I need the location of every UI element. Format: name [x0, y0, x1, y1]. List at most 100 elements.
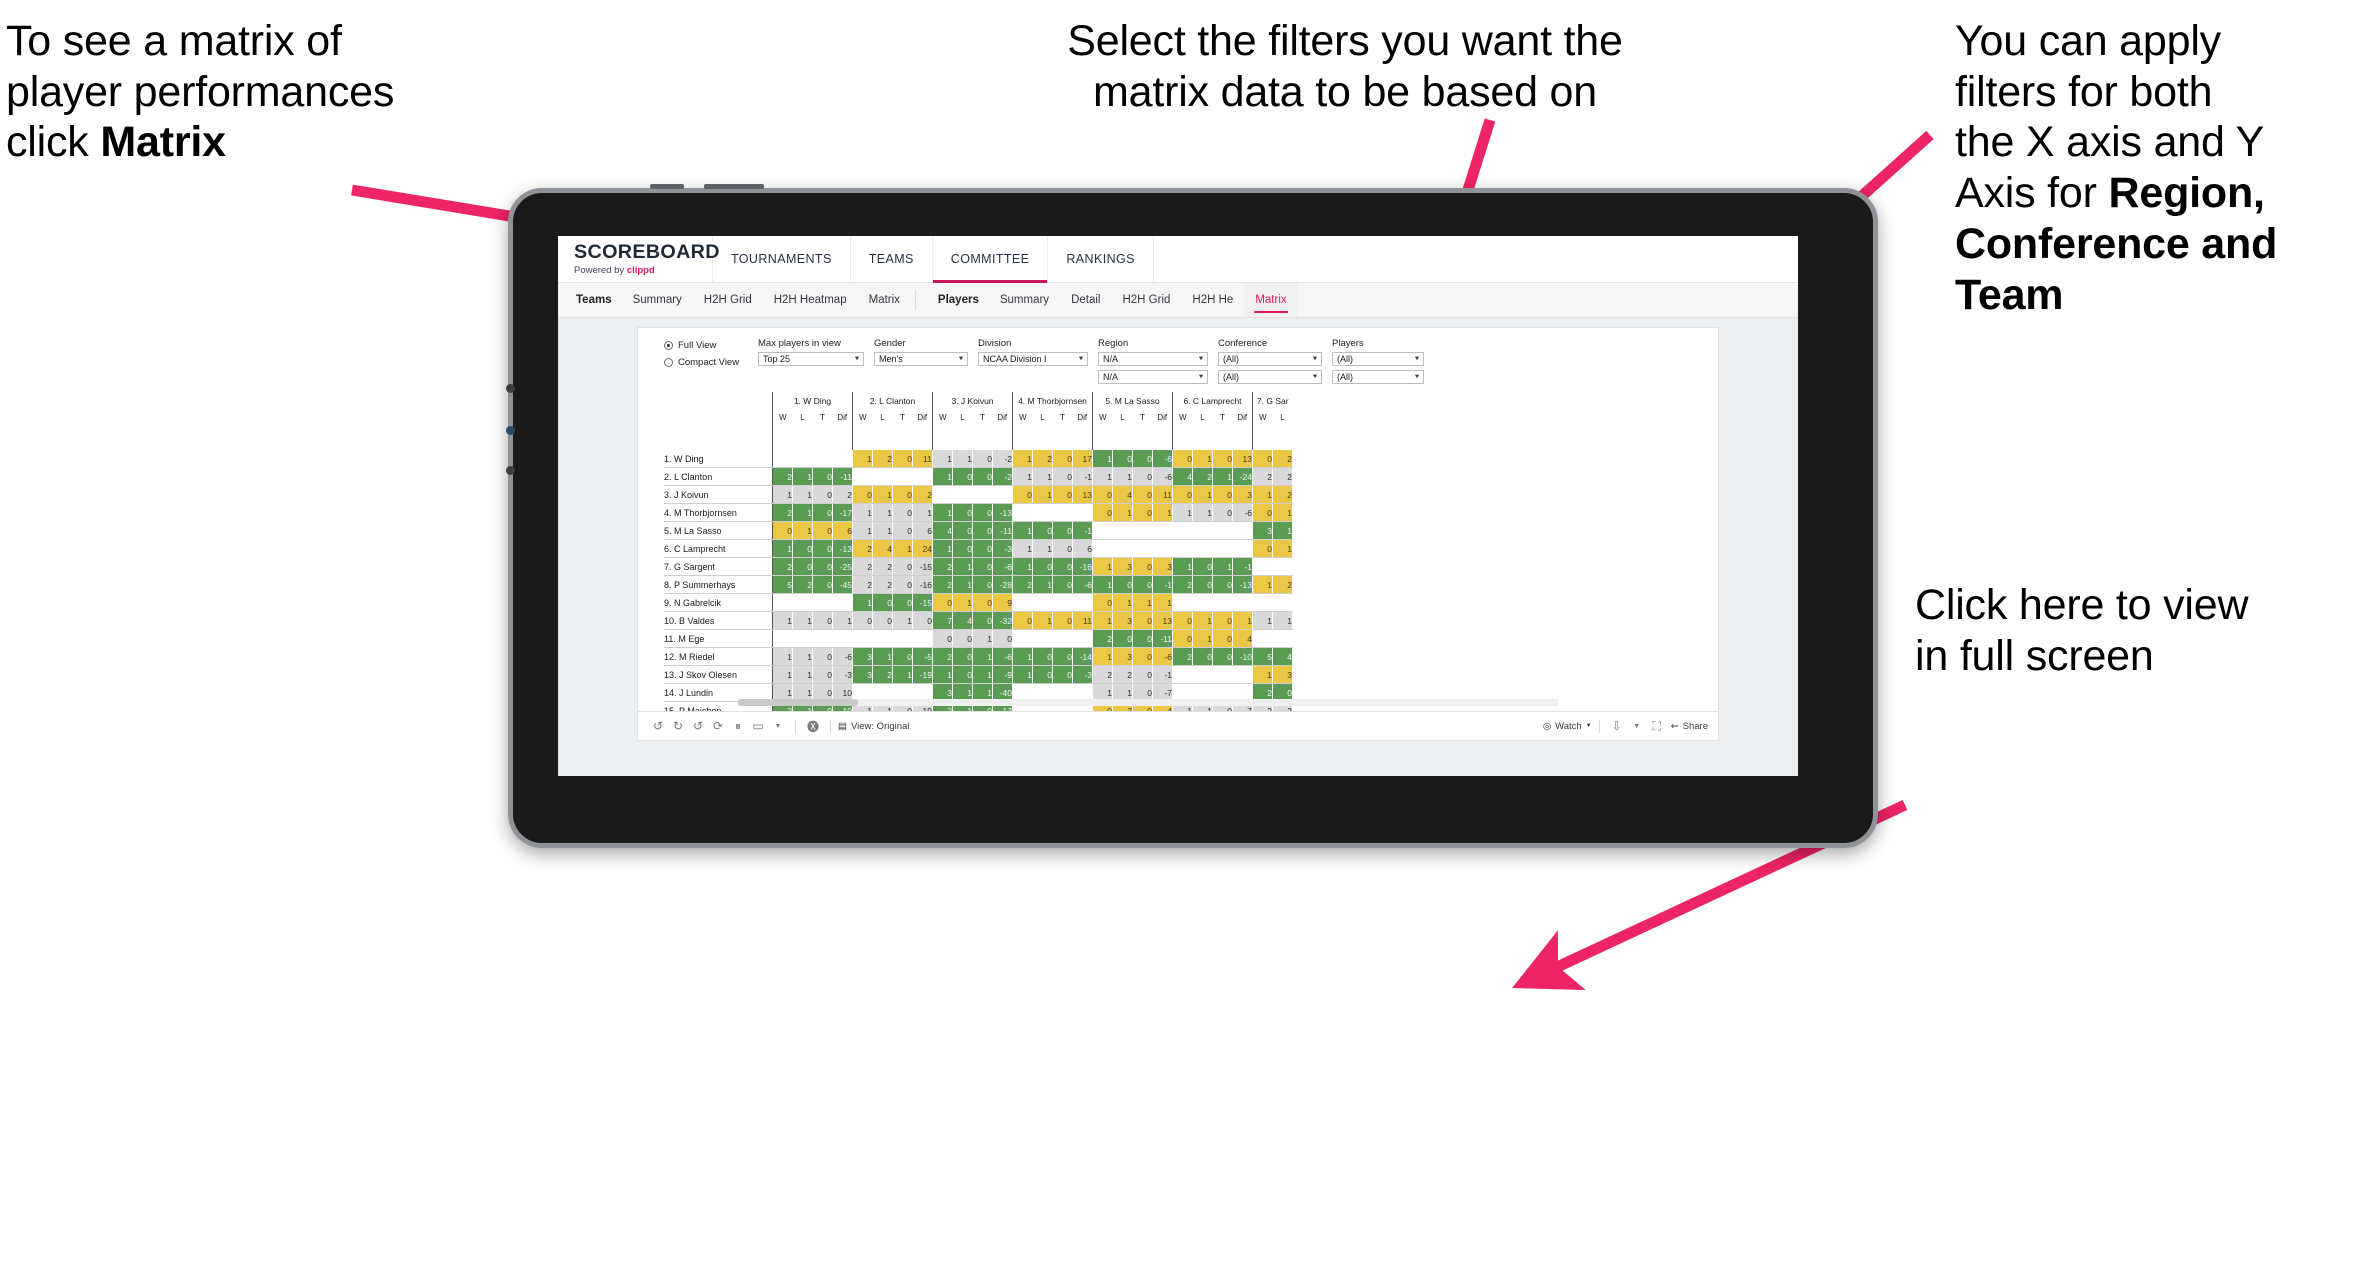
matrix-data-cell[interactable]: 0 — [892, 557, 913, 576]
matrix-stat-header[interactable]: W — [1092, 409, 1113, 426]
matrix-stat-header[interactable]: L — [953, 409, 973, 426]
matrix-stat-header[interactable]: T — [813, 409, 833, 426]
subnav-teams-summary[interactable]: Summary — [622, 283, 693, 317]
matrix-data-cell[interactable] — [1252, 557, 1273, 576]
matrix-data-cell[interactable]: 0 — [1132, 467, 1153, 486]
matrix-data-cell[interactable]: 1 — [772, 539, 793, 558]
matrix-data-cell[interactable]: -16 — [1072, 557, 1093, 576]
matrix-data-cell[interactable] — [792, 450, 813, 468]
matrix-stat-header[interactable]: W — [772, 409, 793, 426]
matrix-stat-header[interactable]: L — [1113, 409, 1133, 426]
matrix-data-cell[interactable]: -15 — [912, 593, 933, 612]
radio-compact-view[interactable]: Compact View — [664, 357, 758, 368]
matrix-data-cell[interactable] — [1172, 539, 1193, 558]
matrix-data-cell[interactable] — [932, 485, 953, 504]
matrix-data-cell[interactable]: 1 — [1032, 467, 1053, 486]
matrix-stat-header[interactable]: W — [1172, 409, 1193, 426]
matrix-data-cell[interactable]: -10 — [1232, 647, 1253, 666]
matrix-data-cell[interactable]: 0 — [812, 575, 833, 594]
matrix-data-cell[interactable]: 2 — [1172, 575, 1193, 594]
matrix-data-cell[interactable]: 13 — [1232, 450, 1253, 468]
new-worksheet-icon[interactable]: ▭ — [748, 717, 768, 735]
matrix-data-cell[interactable] — [1212, 539, 1233, 558]
matrix-data-cell[interactable] — [1132, 521, 1153, 540]
matrix-data-cell[interactable]: 1 — [932, 665, 953, 684]
chevron-down-icon[interactable]: ▼ — [1627, 717, 1647, 735]
matrix-col-header[interactable]: 4. M Thorbjornsen — [1012, 392, 1093, 409]
matrix-data-cell[interactable]: 2 — [1272, 575, 1293, 594]
matrix-data-cell[interactable]: 1 — [1112, 467, 1133, 486]
matrix-data-cell[interactable]: 0 — [1052, 521, 1073, 540]
matrix-data-cell[interactable]: 0 — [892, 503, 913, 522]
matrix-data-cell[interactable] — [1092, 539, 1113, 558]
matrix-data-cell[interactable] — [1212, 593, 1233, 612]
matrix-data-cell[interactable]: 0 — [1132, 647, 1153, 666]
share-button[interactable]: ⇜ Share — [1671, 721, 1708, 732]
matrix-data-cell[interactable]: 2 — [832, 485, 853, 504]
matrix-data-cell[interactable] — [872, 467, 893, 486]
select-gender[interactable]: Men's ▼ — [874, 352, 968, 366]
matrix-data-cell[interactable]: 9 — [992, 593, 1013, 612]
matrix-data-cell[interactable]: 1 — [1192, 450, 1213, 468]
matrix-data-cell[interactable]: 0 — [952, 665, 973, 684]
matrix-data-cell[interactable]: 1 — [872, 647, 893, 666]
matrix-data-cell[interactable]: 1 — [792, 665, 813, 684]
matrix-data-cell[interactable]: 0 — [972, 539, 993, 558]
matrix-data-cell[interactable]: 1 — [1092, 575, 1113, 594]
matrix-row-label[interactable]: 13. J Skov Olesen — [664, 665, 773, 684]
matrix-data-cell[interactable]: 0 — [1052, 575, 1073, 594]
matrix-data-cell[interactable]: 1 — [1092, 647, 1113, 666]
matrix-data-cell[interactable]: 0 — [1192, 575, 1213, 594]
matrix-data-cell[interactable] — [812, 593, 833, 612]
matrix-data-cell[interactable]: 1 — [1092, 467, 1113, 486]
matrix-data-cell[interactable]: 3 — [1112, 557, 1133, 576]
matrix-data-cell[interactable]: 0 — [892, 521, 913, 540]
matrix-data-cell[interactable]: 1 — [1012, 467, 1033, 486]
matrix-data-cell[interactable]: 0 — [972, 450, 993, 468]
topnav-item-rankings[interactable]: RANKINGS — [1048, 236, 1154, 282]
matrix-data-cell[interactable] — [1172, 593, 1193, 612]
matrix-stat-header[interactable]: W — [852, 409, 873, 426]
matrix-data-cell[interactable] — [1232, 521, 1253, 540]
matrix-data-cell[interactable] — [1172, 521, 1193, 540]
matrix-data-cell[interactable] — [1152, 539, 1173, 558]
matrix-data-cell[interactable]: 0 — [1052, 557, 1073, 576]
matrix-data-cell[interactable]: 0 — [932, 593, 953, 612]
matrix-data-cell[interactable]: -32 — [992, 611, 1013, 630]
matrix-data-cell[interactable]: 0 — [1212, 503, 1233, 522]
select-division[interactable]: NCAA Division I ▼ — [978, 352, 1088, 366]
matrix-data-cell[interactable]: 0 — [972, 503, 993, 522]
matrix-data-cell[interactable]: 0 — [1132, 629, 1153, 648]
matrix-data-cell[interactable]: 0 — [812, 557, 833, 576]
matrix-row-label[interactable]: 9. N Gabrelcik — [664, 593, 773, 612]
matrix-data-cell[interactable]: -3 — [832, 665, 853, 684]
matrix-data-cell[interactable] — [832, 450, 853, 468]
subnav-teams-matrix[interactable]: Matrix — [858, 283, 911, 317]
matrix-data-cell[interactable]: 2 — [772, 467, 793, 486]
matrix-data-cell[interactable]: 0 — [1252, 539, 1273, 558]
matrix-data-cell[interactable]: 1 — [1112, 503, 1133, 522]
matrix-data-cell[interactable]: 3 — [1112, 611, 1133, 630]
matrix-data-cell[interactable]: 1 — [892, 539, 913, 558]
matrix-data-cell[interactable]: 0 — [1172, 611, 1193, 630]
matrix-stat-header[interactable]: Dif — [1233, 409, 1253, 426]
matrix-data-cell[interactable]: 2 — [1012, 575, 1033, 594]
matrix-data-cell[interactable]: 0 — [892, 485, 913, 504]
matrix-data-cell[interactable]: 0 — [812, 485, 833, 504]
matrix-data-cell[interactable]: 0 — [1132, 611, 1153, 630]
matrix-data-cell[interactable]: -1 — [1152, 665, 1173, 684]
matrix-data-cell[interactable]: 1 — [1212, 557, 1233, 576]
matrix-data-cell[interactable]: -14 — [1072, 647, 1093, 666]
horizontal-scrollbar[interactable] — [738, 699, 1558, 706]
matrix-col-header[interactable]: 6. C Lamprecht — [1172, 392, 1253, 409]
matrix-data-cell[interactable] — [1132, 539, 1153, 558]
matrix-data-cell[interactable]: 4 — [952, 611, 973, 630]
matrix-data-cell[interactable]: 2 — [872, 575, 893, 594]
matrix-data-cell[interactable]: -1 — [1232, 557, 1253, 576]
matrix-data-cell[interactable]: 0 — [1052, 665, 1073, 684]
matrix-data-cell[interactable]: 2 — [792, 575, 813, 594]
matrix-data-cell[interactable]: 0 — [972, 593, 993, 612]
matrix-data-cell[interactable]: 1 — [972, 665, 993, 684]
select-conference-y[interactable]: (All) ▼ — [1218, 370, 1322, 384]
matrix-data-cell[interactable]: 2 — [1172, 647, 1193, 666]
